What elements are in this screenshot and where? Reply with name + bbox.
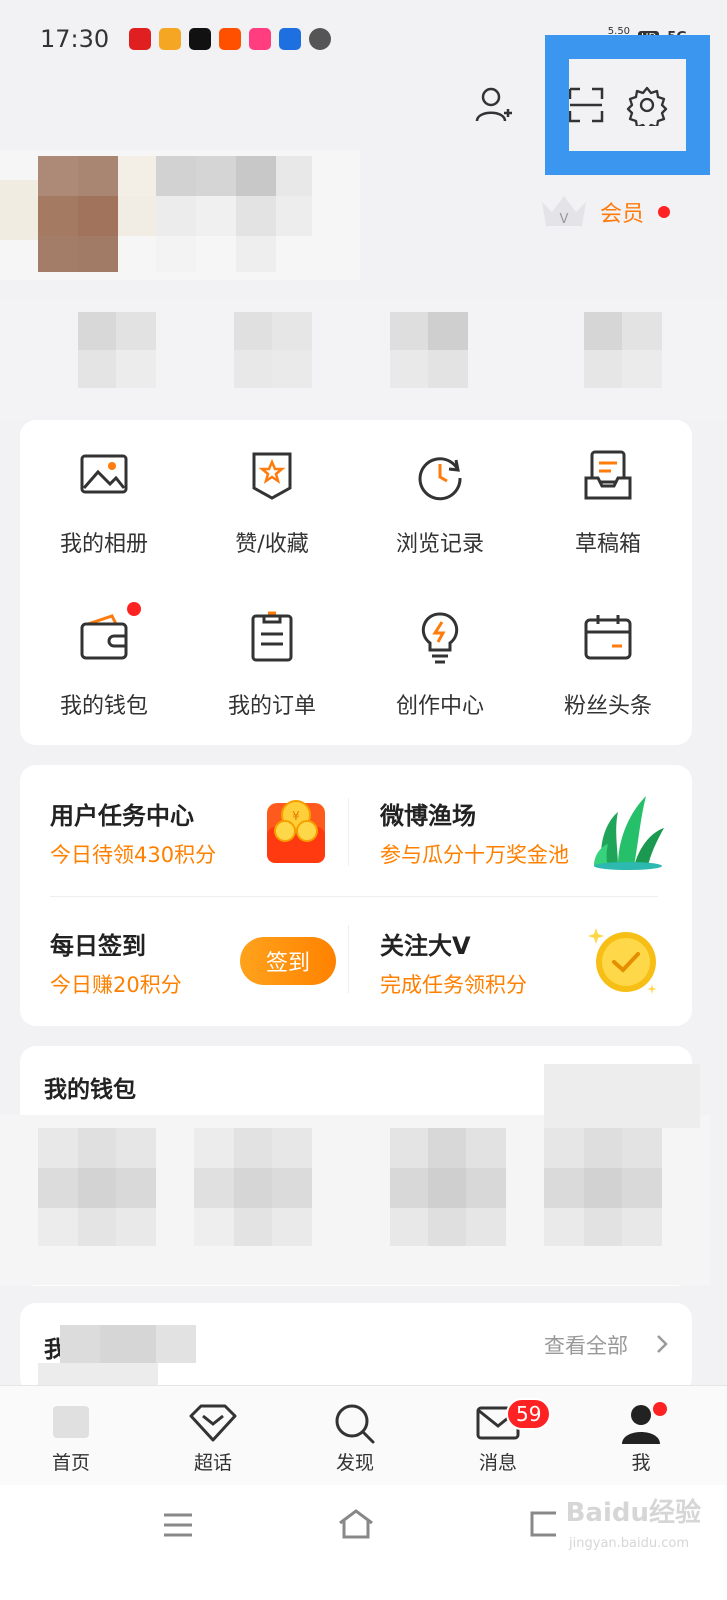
- grid-item-favorites[interactable]: 赞/收藏: [187, 448, 357, 558]
- signin-button[interactable]: 签到: [240, 937, 336, 985]
- wallet-section-title: 我的钱包: [44, 1077, 136, 1103]
- tab-label: 发现: [335, 1452, 374, 1474]
- gold-check-medal-icon: [588, 928, 657, 994]
- watermark-url: jingyan.baidu.com: [569, 1536, 689, 1551]
- photo-album-icon: [80, 454, 128, 494]
- task-title: 关注大V: [380, 932, 471, 960]
- task-weibo-fishery[interactable]: 微博渔场 参与瓜分十万奖金池: [380, 796, 569, 869]
- menu-icon[interactable]: [162, 1511, 194, 1539]
- tasks-divider-v: [348, 798, 349, 866]
- favorite-icon: [252, 452, 292, 500]
- tab-label: 我: [631, 1452, 651, 1474]
- grid-item-label: 粉丝头条: [563, 694, 652, 719]
- seaweed-icon: [594, 796, 664, 870]
- grid-item-history[interactable]: 浏览记录: [355, 448, 525, 558]
- notification-app-icon: [219, 28, 242, 50]
- task-subtitle: 今日待领430积分: [50, 843, 217, 867]
- home-icon: [53, 1406, 89, 1438]
- vip-entry[interactable]: V 会员: [536, 190, 671, 234]
- grid-item-orders[interactable]: 我的订单: [187, 610, 357, 720]
- tab-super-topic[interactable]: 超话: [163, 1386, 263, 1486]
- home-nav-icon[interactable]: [336, 1507, 376, 1541]
- task-user-center[interactable]: 用户任务中心 今日待领430积分: [50, 796, 216, 869]
- notification-app-icon: [279, 28, 302, 50]
- tab-label: 首页: [51, 1452, 90, 1474]
- me-red-dot: [653, 1402, 667, 1416]
- tab-me[interactable]: 我: [591, 1386, 691, 1486]
- grid-item-wallet[interactable]: 我的钱包: [19, 602, 189, 720]
- task-title: 用户任务中心: [50, 802, 194, 830]
- tasks-divider-v: [348, 925, 349, 993]
- search-icon: [335, 1404, 375, 1444]
- grid-item-fans-headline[interactable]: 粉丝头条: [523, 610, 693, 720]
- notification-app-icon: [159, 28, 182, 50]
- grid-item-label: 我的钱包: [59, 694, 148, 719]
- notification-app-icon: [249, 28, 272, 50]
- task-follow-bigv[interactable]: 关注大V 完成任务领积分: [380, 926, 527, 999]
- grid-item-creator-center[interactable]: 创作中心: [355, 610, 525, 720]
- svg-text:¥: ¥: [292, 809, 300, 823]
- grid-item-label: 赞/收藏: [235, 532, 309, 557]
- vip-red-dot: [658, 206, 671, 218]
- chevron-right-icon[interactable]: [655, 1333, 669, 1355]
- history-icon: [418, 457, 462, 501]
- coin-bag-icon: ¥: [267, 800, 325, 863]
- task-title: 每日签到: [50, 932, 146, 960]
- back-icon[interactable]: [526, 1509, 560, 1539]
- creator-center-icon: [421, 612, 459, 664]
- notification-app-icon: [189, 28, 212, 50]
- tab-home[interactable]: 首页: [21, 1386, 121, 1486]
- tab-messages[interactable]: 消息 59: [448, 1386, 552, 1486]
- vip-label: 会员: [600, 202, 645, 227]
- task-subtitle: 完成任务领积分: [380, 973, 527, 997]
- task-subtitle: 参与瓜分十万奖金池: [380, 843, 569, 867]
- wallet-icon: [80, 614, 128, 660]
- task-daily-signin[interactable]: 每日签到 今日赚20积分: [50, 926, 182, 999]
- drafts-icon: [584, 450, 632, 500]
- task-title: 微博渔场: [380, 802, 476, 830]
- tab-discover[interactable]: 发现: [305, 1386, 405, 1486]
- tab-label: 消息: [478, 1452, 517, 1474]
- avatar[interactable]: [0, 150, 360, 280]
- notification-app-icon: [129, 28, 152, 50]
- order-icon: [251, 611, 293, 662]
- tab-bar: 首页 超话 发现 消息 59 我: [0, 1385, 727, 1485]
- wallet-red-dot: [127, 602, 141, 616]
- notification-app-icon: [309, 28, 332, 50]
- super-topic-icon: [189, 1404, 237, 1442]
- grid-item-label: 浏览记录: [395, 532, 484, 557]
- grid-item-label: 草稿箱: [574, 532, 641, 557]
- status-time: 17:30: [40, 25, 110, 53]
- grid-item-label: 我的相册: [59, 532, 148, 557]
- task-subtitle: 今日赚20积分: [50, 973, 182, 997]
- fans-headline-icon: [584, 615, 632, 660]
- grid-item-drafts[interactable]: 草稿箱: [523, 448, 693, 558]
- svg-text:V: V: [560, 212, 569, 227]
- view-all-link[interactable]: 查看全部: [544, 1330, 628, 1360]
- tasks-divider: [50, 896, 658, 897]
- grid-item-label: 我的订单: [227, 694, 316, 719]
- tab-label: 超话: [193, 1452, 232, 1474]
- grid-item-label: 创作中心: [395, 694, 484, 719]
- add-user-icon[interactable]: [474, 85, 514, 125]
- settings-highlight-box: [545, 35, 710, 175]
- message-count-badge: 59: [506, 1398, 552, 1430]
- grid-item-photo-album[interactable]: 我的相册: [19, 448, 189, 558]
- watermark: Baidu经验: [565, 1498, 701, 1528]
- crown-icon: V: [542, 196, 586, 227]
